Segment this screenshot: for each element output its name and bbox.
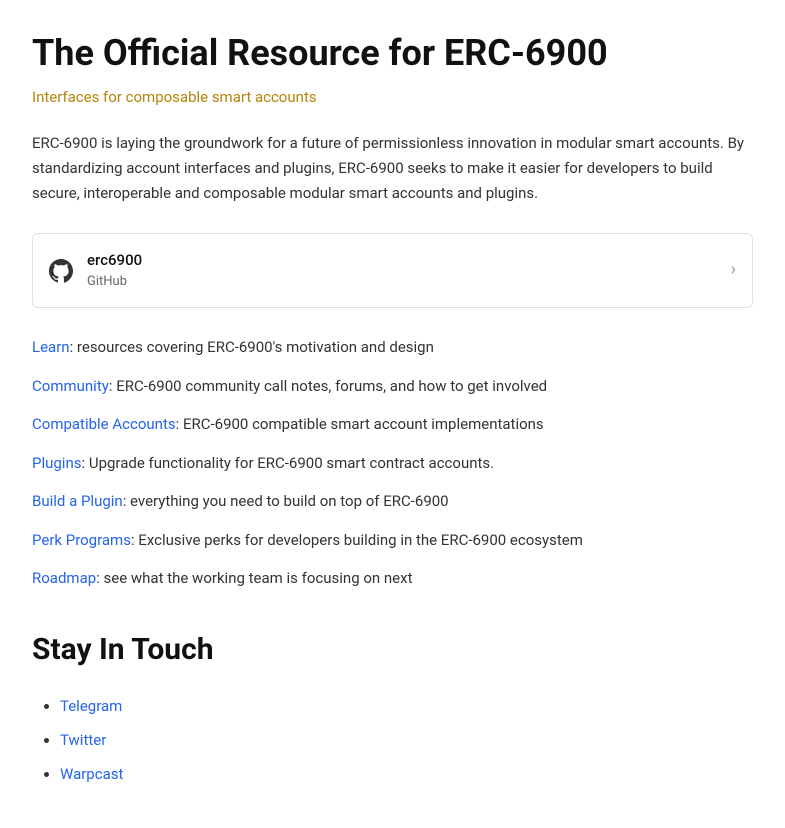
plugins-link[interactable]: Plugins — [32, 454, 81, 472]
community-link[interactable]: Community — [32, 377, 109, 395]
list-item: Roadmap: see what the working team is fo… — [32, 567, 753, 590]
warpcast-link[interactable]: Warpcast — [60, 765, 123, 783]
page-description: ERC-6900 is laying the groundwork for a … — [32, 131, 753, 205]
github-card-link[interactable]: erc6900 GitHub › — [32, 233, 753, 308]
list-item: Twitter — [60, 728, 753, 752]
chevron-right-icon: › — [731, 256, 736, 285]
perk-programs-text: : Exclusive perks for developers buildin… — [131, 531, 583, 549]
build-a-plugin-link[interactable]: Build a Plugin — [32, 492, 123, 510]
perk-programs-link[interactable]: Perk Programs — [32, 531, 131, 549]
list-item: Community: ERC-6900 community call notes… — [32, 375, 753, 398]
plugins-text: : Upgrade functionality for ERC-6900 sma… — [81, 454, 494, 472]
github-card-label: GitHub — [87, 272, 142, 293]
list-item: Learn: resources covering ERC-6900's mot… — [32, 336, 753, 359]
page-subtitle: Interfaces for composable smart accounts — [32, 85, 753, 109]
list-item: Build a Plugin: everything you need to b… — [32, 490, 753, 513]
page-title: The Official Resource for ERC-6900 — [32, 32, 753, 75]
list-item: Compatible Accounts: ERC-6900 compatible… — [32, 413, 753, 436]
github-icon — [49, 259, 73, 283]
telegram-link[interactable]: Telegram — [60, 697, 122, 715]
roadmap-link[interactable]: Roadmap — [32, 569, 96, 587]
compatible-accounts-link[interactable]: Compatible Accounts — [32, 415, 176, 433]
list-item: Warpcast — [60, 762, 753, 786]
github-card-content: erc6900 GitHub — [49, 248, 142, 293]
twitter-link[interactable]: Twitter — [60, 731, 106, 749]
list-item: Telegram — [60, 694, 753, 718]
list-item: Perk Programs: Exclusive perks for devel… — [32, 529, 753, 552]
links-section: Learn: resources covering ERC-6900's mot… — [32, 336, 753, 590]
touch-list: Telegram Twitter Warpcast — [32, 694, 753, 786]
github-card-name: erc6900 — [87, 248, 142, 272]
community-text: : ERC-6900 community call notes, forums,… — [109, 377, 547, 395]
learn-text: : resources covering ERC-6900's motivati… — [70, 338, 434, 356]
list-item: Plugins: Upgrade functionality for ERC-6… — [32, 452, 753, 475]
roadmap-text: : see what the working team is focusing … — [96, 569, 412, 587]
stay-in-touch-title: Stay In Touch — [32, 626, 753, 674]
compatible-accounts-text: : ERC-6900 compatible smart account impl… — [176, 415, 544, 433]
learn-link[interactable]: Learn — [32, 338, 70, 356]
build-a-plugin-text: : everything you need to build on top of… — [123, 492, 449, 510]
stay-in-touch-section: Stay In Touch Telegram Twitter Warpcast — [32, 626, 753, 786]
